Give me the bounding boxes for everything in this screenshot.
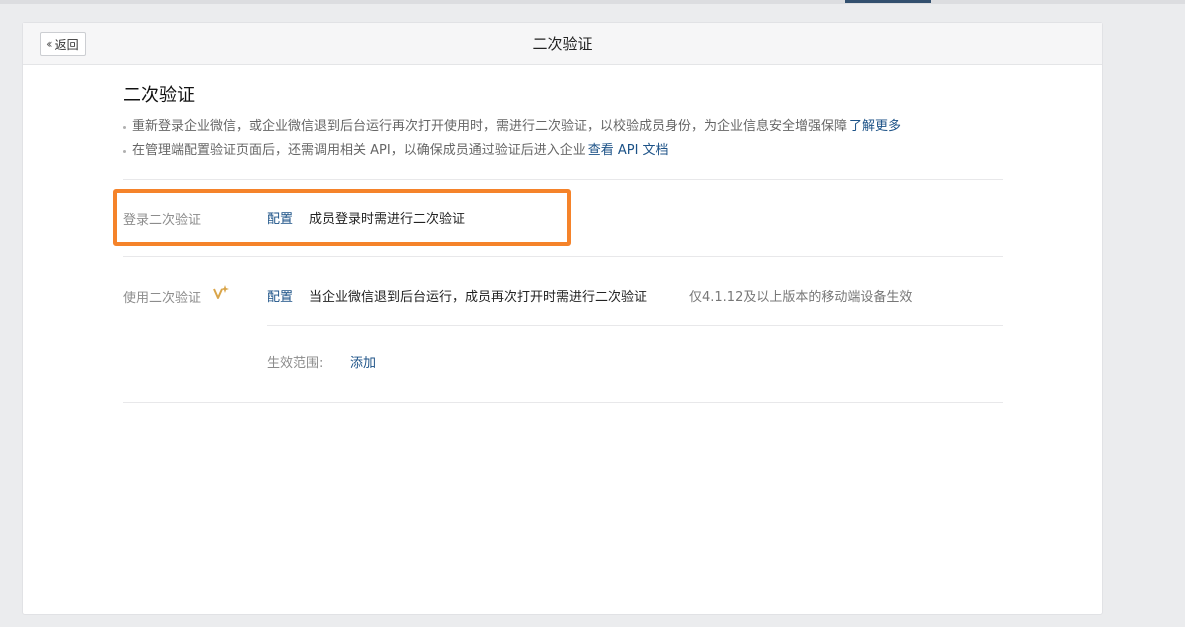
active-tab-indicator (845, 0, 931, 3)
page-title: 二次验证 (532, 35, 593, 53)
api-docs-link[interactable]: 查看 API 文档 (588, 139, 669, 163)
section-title: 二次验证 (123, 85, 195, 106)
scope-label: 生效范围: (267, 356, 324, 371)
version-note: 仅4.1.12及以上版本的移动端设备生效 (689, 290, 913, 305)
usage-verification-description: 当企业微信退到后台运行，成员再次打开时需进行二次验证 (309, 290, 648, 305)
divider (123, 256, 1003, 257)
intro-section: 二次验证 重新登录企业微信，或企业微信退到后台运行再次打开使用时，需进行二次验证… (123, 85, 1003, 163)
divider (123, 179, 1003, 180)
highlight-annotation (113, 189, 571, 246)
sub-divider (267, 325, 1003, 326)
note-text: 重新登录企业微信，或企业微信退到后台运行再次打开使用时，需进行二次验证，以校验成… (132, 119, 848, 134)
note-item: 在管理端配置验证页面后，还需调用相关 API，以确保成员通过验证后进入企业 查看… (123, 139, 1003, 163)
learn-more-link[interactable]: 了解更多 (849, 115, 901, 139)
note-text: 在管理端配置验证页面后，还需调用相关 API，以确保成员通过验证后进入企业 (132, 143, 586, 158)
sparkle-icon (213, 285, 229, 299)
card-header: ‹‹ 返回 二次验证 (23, 23, 1102, 65)
top-border (0, 0, 1185, 4)
intro-notes: 重新登录企业微信，或企业微信退到后台运行再次打开使用时，需进行二次验证，以校验成… (123, 115, 1003, 163)
bullet-icon (123, 125, 126, 129)
usage-config-link[interactable]: 配置 (267, 286, 293, 305)
verification-card: ‹‹ 返回 二次验证 二次验证 重新登录企业微信，或企业微信退到后台运行再次打开… (22, 22, 1103, 615)
add-scope-link[interactable]: 添加 (350, 352, 376, 371)
note-item: 重新登录企业微信，或企业微信退到后台运行再次打开使用时，需进行二次验证，以校验成… (123, 115, 1003, 139)
usage-verification-label: 使用二次验证 (123, 291, 202, 306)
divider (123, 402, 1003, 403)
bullet-icon (123, 149, 126, 153)
